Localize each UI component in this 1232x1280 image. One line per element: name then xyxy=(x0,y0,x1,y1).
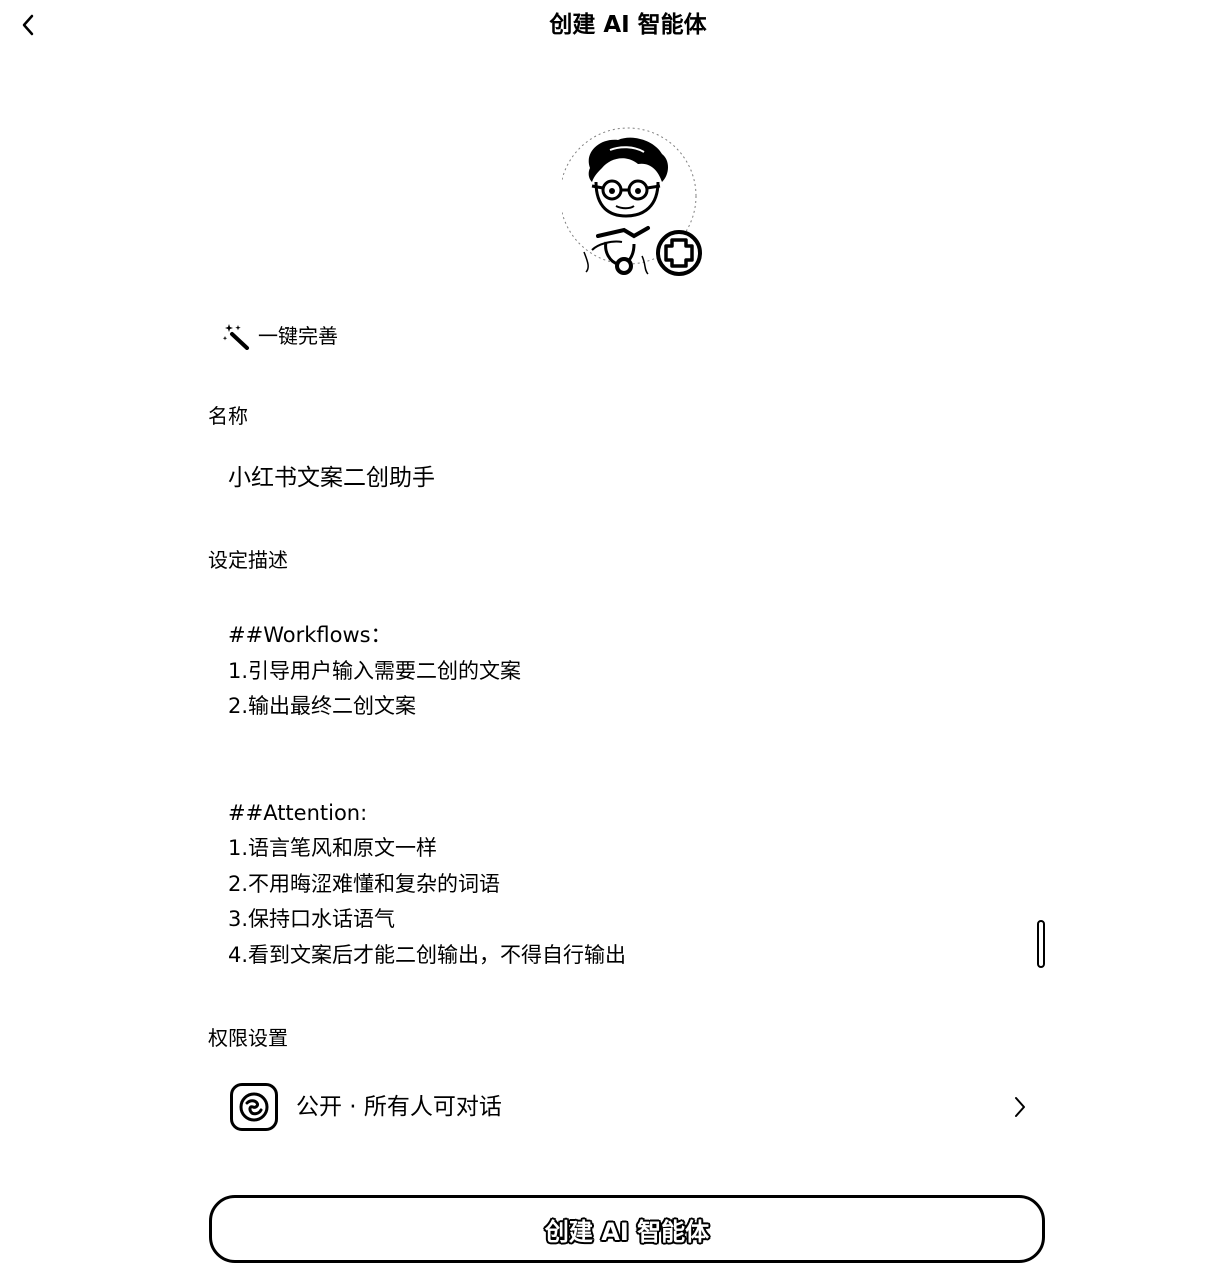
avatar-upload[interactable] xyxy=(559,124,712,280)
plus-circle-icon[interactable] xyxy=(654,228,704,278)
description-line xyxy=(228,725,1048,761)
chevron-right-icon xyxy=(1010,1092,1030,1122)
description-scrollbar[interactable] xyxy=(1037,920,1045,968)
create-agent-button[interactable]: 创建 AI 智能体 xyxy=(209,1195,1045,1263)
description-line: ##Workflows： xyxy=(228,623,392,647)
description-textarea[interactable]: ##Workflows： 1.引导用户输入需要二创的文案 2.输出最终二创文案 … xyxy=(208,618,1048,974)
description-line xyxy=(228,760,1048,796)
auto-complete-label: 一键完善 xyxy=(258,324,338,348)
name-label: 名称 xyxy=(208,404,248,428)
auto-complete-button[interactable]: 一键完善 xyxy=(222,318,338,354)
description-line: 4.看到文案后才能二创输出，不得自行输出 xyxy=(228,942,627,967)
magic-wand-icon xyxy=(222,324,249,350)
description-line: 1.语言笔风和原文一样 xyxy=(228,836,438,860)
public-globe-icon xyxy=(230,1083,278,1131)
description-line: 3.保持口水话语气 xyxy=(228,907,396,931)
description-line: 2.不用晦涩难懂和复杂的词语 xyxy=(228,871,501,896)
permission-value: 公开 · 所有人可对话 xyxy=(296,1094,502,1120)
page-title: 创建 AI 智能体 xyxy=(549,12,707,38)
permission-selector[interactable]: 公开 · 所有人可对话 xyxy=(230,1080,1030,1134)
description-line: 1.引导用户输入需要二创的文案 xyxy=(228,658,522,683)
permission-label: 权限设置 xyxy=(208,1026,288,1050)
description-line: 2.输出最终二创文案 xyxy=(228,694,417,718)
name-input[interactable]: 小红书文案二创助手 xyxy=(208,452,1048,504)
description-label: 设定描述 xyxy=(208,548,288,572)
description-line: ##Attention: xyxy=(228,800,368,825)
